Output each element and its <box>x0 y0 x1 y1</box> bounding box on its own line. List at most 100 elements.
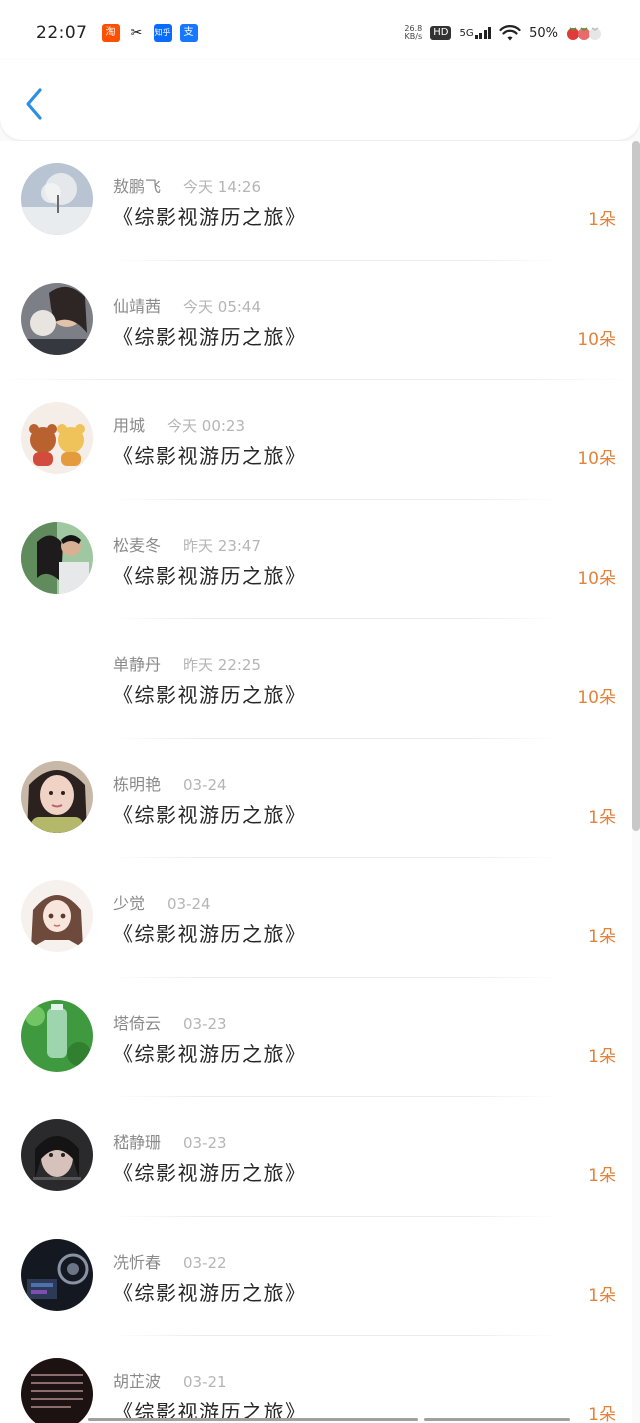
gift-records-page: 22:07 淘 ✂ 知乎 支 26.8 KB/s HD 5G 50% 敖鹏飞 今… <box>0 0 640 1423</box>
avatar[interactable] <box>21 999 93 1072</box>
gift-count: 10朵 <box>577 329 616 350</box>
chevron-left-icon <box>26 88 42 120</box>
sender-info: 少觉 03-24 <box>113 890 211 914</box>
sender-info: 仙靖茜 今天 05:44 <box>113 293 261 317</box>
network-speed-unit: KB/s <box>404 32 423 41</box>
status-time: 22:07 <box>36 23 88 43</box>
list-item[interactable]: 少觉 03-24 《综影视游历之旅》 1朵 <box>0 858 632 978</box>
cellular-signal-icon: 5G <box>459 27 492 39</box>
gift-time: 03-23 <box>183 1134 227 1152</box>
gift-count: 1朵 <box>588 1405 616 1423</box>
list-item[interactable]: 嵇静珊 03-23 《综影视游历之旅》 1朵 <box>0 1097 632 1217</box>
gift-time: 昨天 23:47 <box>183 536 262 555</box>
sender-info: 用城 今天 00:23 <box>113 412 245 436</box>
sender-name[interactable]: 单静丹 <box>113 651 161 675</box>
gift-count: 1朵 <box>588 1285 616 1306</box>
gift-time: 03-22 <box>183 1253 227 1272</box>
gift-time: 03-23 <box>183 1014 227 1033</box>
book-title[interactable]: 《综影视游历之旅》 <box>113 201 307 230</box>
sender-info: 单静丹 昨天 22:25 <box>113 651 261 675</box>
network-type-label: 5G <box>459 28 474 39</box>
gift-count: 10朵 <box>577 449 616 469</box>
wifi-icon <box>499 25 521 41</box>
list-item[interactable]: 松麦冬 昨天 23:47 《综影视游历之旅》 10朵 <box>0 500 632 619</box>
gift-count: 1朵 <box>588 1046 616 1067</box>
book-title[interactable]: 《综影视游历之旅》 <box>113 1277 307 1306</box>
gift-count: 10朵 <box>577 568 616 589</box>
network-speed: 26.8 KB/s <box>404 25 422 41</box>
strawberry-battery-icon <box>567 27 601 40</box>
list-item[interactable]: 用城 今天 00:23 《综影视游历之旅》 10朵 <box>0 380 632 500</box>
sender-name[interactable]: 嵇静珊 <box>113 1129 161 1153</box>
avatar[interactable] <box>21 521 93 594</box>
sender-info: 松麦冬 昨天 23:47 <box>113 532 261 556</box>
sender-name[interactable]: 敖鹏飞 <box>113 173 161 197</box>
avatar[interactable] <box>21 1238 93 1311</box>
battery-level: 50% <box>529 25 558 41</box>
gesture-bar[interactable] <box>88 1418 418 1421</box>
status-right: 26.8 KB/s HD 5G 50% <box>404 24 604 42</box>
sender-name[interactable]: 栋明艳 <box>113 771 161 795</box>
sender-name[interactable]: 仙靖茜 <box>113 293 161 317</box>
gift-time: 今天 14:26 <box>183 178 262 196</box>
scrollbar[interactable] <box>632 141 640 831</box>
list-item[interactable]: 单静丹 昨天 22:25 《综影视游历之旅》 10朵 <box>0 619 632 739</box>
sender-name[interactable]: 冼忻春 <box>113 1249 161 1273</box>
hd-icon: HD <box>430 26 452 40</box>
book-title[interactable]: 《综影视游历之旅》 <box>113 918 307 947</box>
list-item[interactable]: 栋明艳 03-24 《综影视游历之旅》 1朵 <box>0 739 632 858</box>
status-bar: 22:07 淘 ✂ 知乎 支 26.8 KB/s HD 5G 50% <box>0 0 640 66</box>
gift-time: 昨天 22:25 <box>183 656 262 674</box>
sender-name[interactable]: 少觉 <box>113 890 145 914</box>
avatar[interactable] <box>21 163 93 235</box>
gift-count: 1朵 <box>588 927 616 947</box>
gift-count: 10朵 <box>577 688 616 708</box>
avatar-placeholder[interactable] <box>21 641 93 713</box>
signal-bars-icon <box>474 27 492 39</box>
back-button[interactable] <box>16 84 52 124</box>
capcut-icon: ✂ <box>127 24 146 42</box>
sender-info: 栋明艳 03-24 <box>113 771 227 795</box>
sender-info: 嵇静珊 03-23 <box>113 1129 227 1153</box>
zhihu-icon: 知乎 <box>153 24 172 42</box>
gift-time: 03-21 <box>183 1373 227 1391</box>
list-item[interactable]: 冼忻春 03-22 《综影视游历之旅》 1朵 <box>0 1217 632 1336</box>
gift-count: 1朵 <box>588 1166 616 1186</box>
list-item[interactable]: 胡芷波 03-21 《综影视游历之旅》 1朵 <box>0 1336 632 1423</box>
gift-time: 03-24 <box>167 895 211 913</box>
list-item[interactable]: 塔倚云 03-23 《综影视游历之旅》 1朵 <box>0 978 632 1097</box>
book-title[interactable]: 《综影视游历之旅》 <box>113 440 307 469</box>
sender-info: 胡芷波 03-21 <box>113 1368 227 1392</box>
avatar[interactable] <box>21 1119 93 1191</box>
gift-time: 今天 00:23 <box>167 417 246 435</box>
gift-time: 今天 05:44 <box>183 297 262 316</box>
book-title[interactable]: 《综影视游历之旅》 <box>113 321 307 350</box>
gift-record-list[interactable]: 敖鹏飞 今天 14:26 《综影视游历之旅》 1朵 仙靖茜 今天 05:44 《… <box>0 141 632 1423</box>
gift-count: 1朵 <box>588 807 616 828</box>
sender-name[interactable]: 用城 <box>113 412 145 436</box>
avatar[interactable] <box>21 1358 93 1423</box>
avatar[interactable] <box>21 282 93 355</box>
avatar[interactable] <box>21 402 93 474</box>
sender-info: 冼忻春 03-22 <box>113 1249 227 1273</box>
book-title[interactable]: 《综影视游历之旅》 <box>113 799 307 828</box>
list-item[interactable]: 仙靖茜 今天 05:44 《综影视游历之旅》 10朵 <box>0 261 632 380</box>
status-left: 22:07 淘 ✂ 知乎 支 <box>36 23 198 43</box>
gift-count: 1朵 <box>588 210 616 230</box>
avatar[interactable] <box>21 880 93 952</box>
avatar[interactable] <box>21 760 93 833</box>
book-title[interactable]: 《综影视游历之旅》 <box>113 1038 307 1067</box>
book-title[interactable]: 《综影视游历之旅》 <box>113 560 307 589</box>
alipay-icon: 支 <box>179 24 198 42</box>
gift-time: 03-24 <box>183 775 227 794</box>
book-title[interactable]: 《综影视游历之旅》 <box>113 1157 307 1186</box>
taobao-icon: 淘 <box>101 24 120 42</box>
sender-name[interactable]: 塔倚云 <box>113 1010 161 1034</box>
sender-name[interactable]: 松麦冬 <box>113 532 161 556</box>
list-item[interactable]: 敖鹏飞 今天 14:26 《综影视游历之旅》 1朵 <box>0 141 632 261</box>
sender-info: 塔倚云 03-23 <box>113 1010 227 1034</box>
sender-name[interactable]: 胡芷波 <box>113 1368 161 1392</box>
header-bar <box>0 60 640 140</box>
gesture-bar-secondary <box>424 1418 570 1421</box>
book-title[interactable]: 《综影视游历之旅》 <box>113 679 307 708</box>
